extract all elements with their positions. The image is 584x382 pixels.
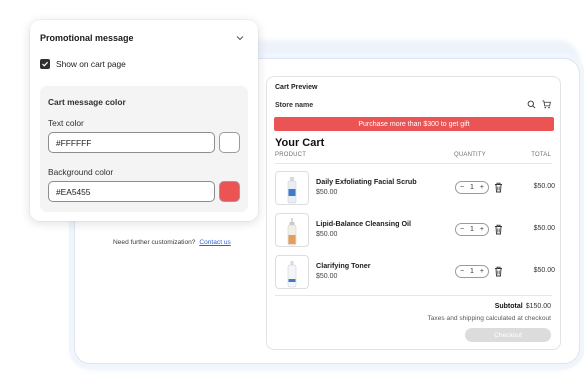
quantity-stepper: − 1 + — [455, 223, 489, 236]
trash-icon[interactable] — [494, 266, 503, 277]
promo-message-bar: Purchase more than $300 to get gift — [274, 117, 554, 131]
cart-item: Daily Exfoliating Facial Scrub $50.00 − … — [275, 171, 555, 205]
product-thumbnail — [275, 255, 309, 289]
promotional-message-panel: Promotional message Show on cart page Ca… — [30, 20, 258, 221]
subtotal-label: Subtotal — [494, 303, 523, 310]
show-on-cart-checkbox[interactable] — [40, 59, 50, 69]
bottle-icon — [287, 261, 297, 288]
subtotal-value: $150.00 — [525, 303, 551, 310]
cart-preview: Cart Preview Store name Purchase more th… — [266, 76, 561, 350]
checkout-button[interactable]: Checkout — [465, 328, 551, 342]
store-header-icons — [527, 100, 551, 109]
decrease-button[interactable]: − — [460, 226, 464, 233]
panel-title: Promotional message — [40, 33, 134, 43]
quantity-stepper: − 1 + — [455, 265, 489, 278]
cart-icon[interactable] — [542, 100, 551, 109]
increase-button[interactable]: + — [480, 268, 484, 275]
background-color-swatch[interactable] — [219, 181, 240, 202]
product-thumbnail — [275, 171, 309, 205]
item-total: $50.00 — [533, 183, 555, 190]
column-header-quantity: QUANTITY — [454, 152, 486, 158]
search-icon[interactable] — [527, 100, 536, 109]
trash-icon[interactable] — [494, 224, 503, 235]
item-price: $50.00 — [316, 273, 338, 280]
summary-divider — [275, 295, 552, 296]
decrease-button[interactable]: − — [460, 268, 464, 275]
bottle-icon — [287, 177, 297, 204]
color-section-title: Cart message color — [48, 97, 126, 107]
store-name: Store name — [275, 102, 314, 109]
product-thumbnail — [275, 213, 309, 247]
column-header-product: PRODUCT — [275, 152, 307, 158]
background-color-input[interactable]: #EA5455 — [48, 181, 215, 202]
customization-note: Need further customization? Contact us — [113, 239, 231, 246]
cart-title: Your Cart — [275, 137, 325, 149]
item-name: Clarifying Toner — [316, 261, 371, 270]
trash-icon[interactable] — [494, 182, 503, 193]
taxes-note: Taxes and shipping calculated at checkou… — [427, 315, 551, 322]
text-color-input[interactable]: #FFFFFF — [48, 132, 215, 153]
column-header-total: TOTAL — [531, 152, 551, 158]
quantity-value: 1 — [470, 184, 474, 191]
subtotal: Subtotal $150.00 — [495, 303, 551, 310]
item-total: $50.00 — [533, 267, 555, 274]
chevron-down-icon[interactable] — [236, 34, 244, 42]
checkmark-icon — [42, 61, 49, 67]
quantity-value: 1 — [470, 226, 474, 233]
decrease-button[interactable]: − — [460, 184, 464, 191]
cart-item: Lipid-Balance Cleansing Oil $50.00 − 1 +… — [275, 213, 555, 247]
item-price: $50.00 — [316, 231, 338, 238]
contact-us-link[interactable]: Contact us — [199, 239, 231, 246]
quantity-stepper: − 1 + — [455, 181, 489, 194]
cart-preview-title: Cart Preview — [275, 84, 318, 91]
show-on-cart-row[interactable]: Show on cart page — [40, 59, 126, 69]
background-color-label: Background color — [48, 167, 114, 177]
item-total: $50.00 — [533, 225, 555, 232]
item-name: Daily Exfoliating Facial Scrub — [316, 177, 417, 186]
header-divider — [275, 163, 552, 164]
increase-button[interactable]: + — [480, 184, 484, 191]
cart-message-color-section: Cart message color Text color #FFFFFF Ba… — [40, 86, 248, 212]
text-color-label: Text color — [48, 118, 84, 128]
bottle-icon — [287, 218, 297, 246]
customization-text: Need further customization? — [113, 239, 196, 246]
cart-item: Clarifying Toner $50.00 − 1 + $50.00 — [275, 255, 555, 289]
show-on-cart-label: Show on cart page — [56, 59, 126, 69]
item-price: $50.00 — [316, 189, 338, 196]
increase-button[interactable]: + — [480, 226, 484, 233]
text-color-swatch[interactable] — [219, 132, 240, 153]
quantity-value: 1 — [470, 268, 474, 275]
item-name: Lipid-Balance Cleansing Oil — [316, 219, 412, 228]
